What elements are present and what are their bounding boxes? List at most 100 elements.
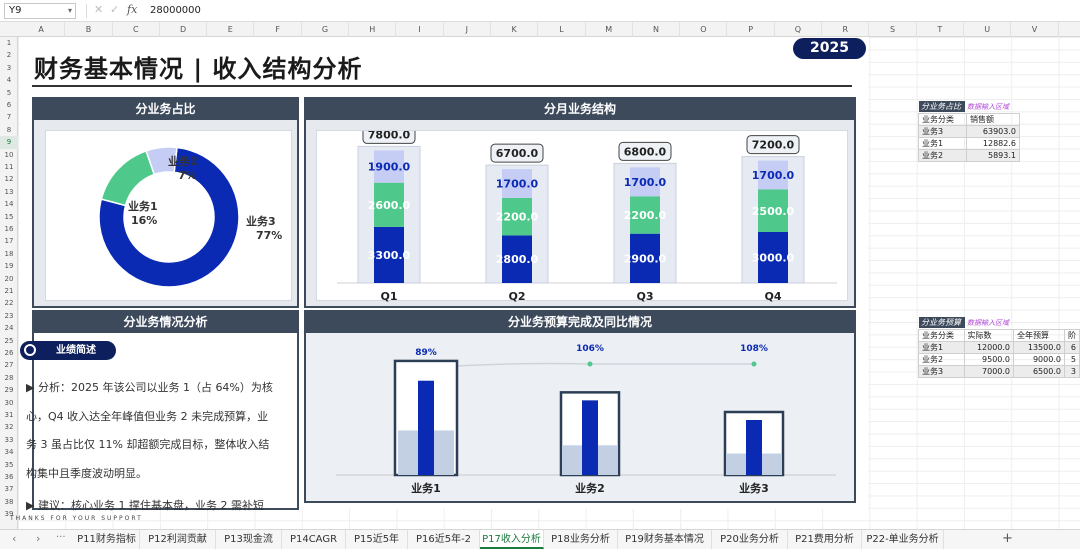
side-table-header[interactable]: 实际数: [963, 329, 1015, 342]
sheet-tab[interactable]: P17收入分析: [480, 530, 544, 549]
column-header-u[interactable]: U: [964, 22, 1012, 37]
row-header-24[interactable]: 24: [0, 322, 18, 334]
column-header-t[interactable]: T: [917, 22, 964, 37]
sheet-tab[interactable]: P12利润贡献: [140, 530, 216, 549]
function-icon[interactable]: fx: [127, 3, 137, 16]
side-table-cell[interactable]: 业务2: [918, 149, 967, 162]
row-header-9[interactable]: 9: [0, 136, 18, 149]
side-table-header[interactable]: 全年预算: [1013, 329, 1065, 342]
sheet-tab[interactable]: P15近5年: [346, 530, 408, 549]
name-box[interactable]: Y9 ▾: [4, 3, 76, 19]
chevron-left-icon[interactable]: ‹: [12, 532, 16, 545]
chevron-right-icon[interactable]: ›: [36, 532, 40, 545]
side-table-header[interactable]: 业务分类: [918, 329, 965, 342]
side-table-header[interactable]: 业务分类: [918, 113, 967, 126]
formula-input[interactable]: 28000000: [146, 3, 1076, 19]
side-table-cell[interactable]: 12882.6: [966, 137, 1020, 150]
row-header-23[interactable]: 23: [0, 310, 18, 322]
row-header-6[interactable]: 6: [0, 99, 18, 111]
side-table-cell[interactable]: 业务1: [918, 137, 967, 150]
side-table-cell[interactable]: 9000.0: [1013, 353, 1065, 366]
side-table-cell[interactable]: 业务1: [918, 341, 965, 354]
column-header-v[interactable]: V: [1011, 22, 1059, 37]
column-header-p[interactable]: P: [728, 22, 775, 37]
side-table-cell[interactable]: 63903.0: [966, 125, 1020, 138]
confirm-icon[interactable]: ✓: [110, 3, 119, 16]
side-table-cell[interactable]: 6500.0: [1013, 365, 1065, 378]
row-header-37[interactable]: 37: [0, 483, 18, 495]
row-header-35[interactable]: 35: [0, 459, 18, 471]
column-header-a[interactable]: A: [18, 22, 66, 37]
column-header-d[interactable]: D: [160, 22, 208, 37]
sheet-tab[interactable]: P21费用分析: [788, 530, 862, 549]
column-header-g[interactable]: G: [302, 22, 350, 37]
column-header-q[interactable]: Q: [775, 22, 823, 37]
side-table-cell[interactable]: 业务3: [918, 365, 965, 378]
side-table-cell[interactable]: 6: [1063, 341, 1080, 354]
row-header-17[interactable]: 17: [0, 235, 18, 247]
row-header-19[interactable]: 19: [0, 260, 18, 272]
sheet-tab[interactable]: P13现金流: [216, 530, 282, 549]
side-table-header[interactable]: 销售额: [966, 113, 1020, 126]
side-table-cell[interactable]: 7000.0: [963, 365, 1015, 378]
sheet-tab[interactable]: P20业务分析: [712, 530, 788, 549]
column-header-r[interactable]: R: [822, 22, 870, 37]
column-header-h[interactable]: H: [349, 22, 397, 37]
column-header-c[interactable]: C: [113, 22, 160, 37]
row-header-22[interactable]: 22: [0, 297, 18, 309]
chevron-down-icon[interactable]: ▾: [68, 4, 72, 18]
row-header-27[interactable]: 27: [0, 359, 18, 371]
column-header-m[interactable]: M: [586, 22, 633, 37]
row-header-7[interactable]: 7: [0, 111, 18, 123]
row-header-11[interactable]: 11: [0, 161, 18, 173]
row-header-30[interactable]: 30: [0, 397, 18, 409]
cancel-icon[interactable]: ✕: [94, 3, 103, 16]
row-header-20[interactable]: 20: [0, 273, 18, 285]
side-table-cell[interactable]: 5: [1063, 353, 1080, 366]
row-header-33[interactable]: 33: [0, 434, 18, 446]
side-table-header[interactable]: 阶: [1063, 329, 1080, 342]
column-header-f[interactable]: F: [255, 22, 302, 37]
column-header-k[interactable]: K: [491, 22, 539, 37]
row-header-31[interactable]: 31: [0, 409, 18, 421]
side-table-cell[interactable]: 3: [1063, 365, 1080, 378]
row-header-28[interactable]: 28: [0, 372, 18, 384]
row-header-36[interactable]: 36: [0, 471, 18, 483]
row-header-3[interactable]: 3: [0, 62, 18, 74]
side-table-cell[interactable]: 12000.0: [963, 341, 1015, 354]
row-header-10[interactable]: 10: [0, 149, 18, 161]
sheet-tab[interactable]: P18业务分析: [544, 530, 618, 549]
column-header-o[interactable]: O: [680, 22, 728, 37]
row-header-8[interactable]: 8: [0, 124, 18, 136]
more-tabs-icon[interactable]: ···: [56, 532, 66, 543]
row-header-38[interactable]: 38: [0, 496, 18, 508]
row-header-12[interactable]: 12: [0, 173, 18, 185]
row-header-21[interactable]: 21: [0, 285, 18, 297]
column-header-b[interactable]: B: [65, 22, 113, 37]
row-header-1[interactable]: 1: [0, 37, 18, 49]
sheet-tab[interactable]: P19财务基本情况: [618, 530, 712, 549]
row-header-32[interactable]: 32: [0, 421, 18, 433]
side-table-cell[interactable]: 5893.1: [966, 149, 1020, 162]
column-header-j[interactable]: J: [444, 22, 491, 37]
side-table-cell[interactable]: 业务3: [918, 125, 967, 138]
side-table-cell[interactable]: 9500.0: [963, 353, 1015, 366]
sheet-tab[interactable]: P16近5年-2: [408, 530, 480, 549]
row-header-4[interactable]: 4: [0, 74, 18, 86]
row-header-18[interactable]: 18: [0, 248, 18, 260]
sheet-tab[interactable]: P22-单业务分析: [862, 530, 944, 549]
column-header-i[interactable]: I: [396, 22, 444, 37]
column-header-e[interactable]: E: [207, 22, 255, 37]
column-header-n[interactable]: N: [633, 22, 681, 37]
add-sheet-button[interactable]: +: [1002, 531, 1013, 546]
row-header-5[interactable]: 5: [0, 87, 18, 99]
column-header-s[interactable]: S: [869, 22, 917, 37]
row-header-15[interactable]: 15: [0, 211, 18, 223]
column-header-l[interactable]: L: [538, 22, 586, 37]
row-header-25[interactable]: 25: [0, 335, 18, 347]
side-table-cell[interactable]: 13500.0: [1013, 341, 1065, 354]
side-table-cell[interactable]: 业务2: [918, 353, 965, 366]
row-header-26[interactable]: 26: [0, 347, 18, 359]
row-header-2[interactable]: 2: [0, 49, 18, 61]
row-header-13[interactable]: 13: [0, 186, 18, 198]
